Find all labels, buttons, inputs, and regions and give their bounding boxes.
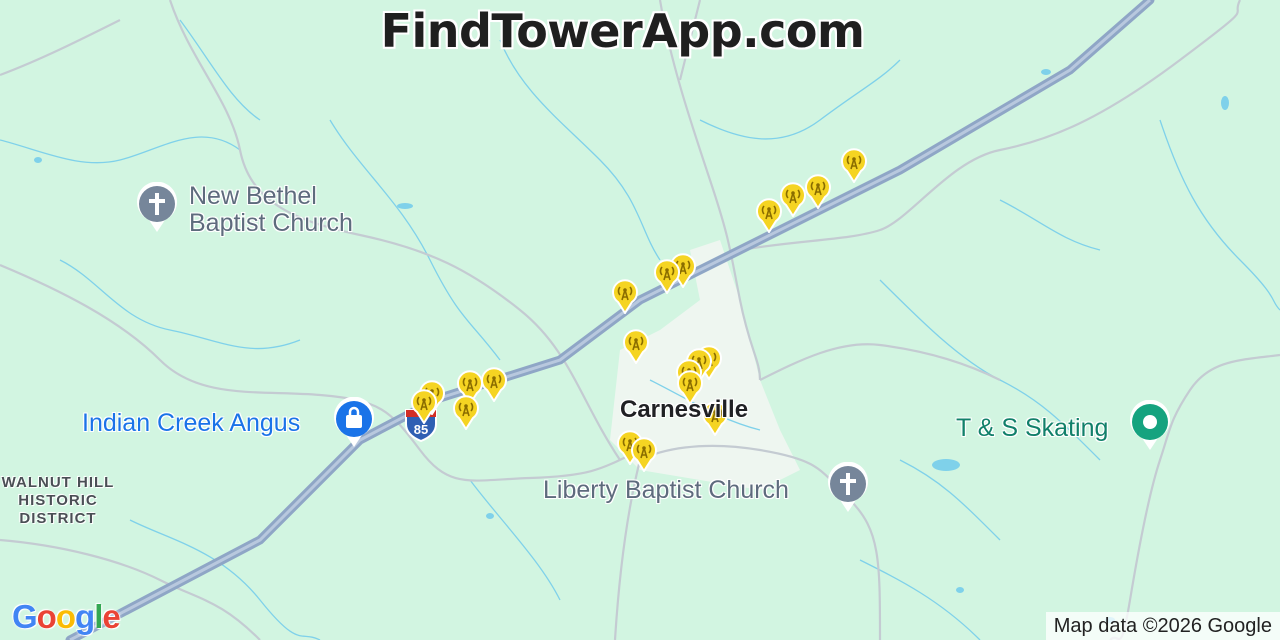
church-name-line1: New Bethel xyxy=(189,182,317,210)
church-pin-new-bethel[interactable] xyxy=(135,182,179,234)
cell-tower-icon[interactable] xyxy=(840,147,868,183)
rink-label[interactable]: T & S Skating xyxy=(956,415,1108,442)
cell-tower-icon[interactable] xyxy=(410,388,438,424)
church-label-new-bethel[interactable]: New Bethel Baptist Church xyxy=(189,183,353,237)
shop-label[interactable]: Indian Creek Angus xyxy=(82,410,300,437)
site-title: FindTowerApp.com xyxy=(380,4,865,58)
place-dot-icon xyxy=(1143,415,1157,429)
cell-tower-icon[interactable] xyxy=(611,278,639,314)
map-base-layer xyxy=(0,0,1280,640)
cell-tower-icon[interactable] xyxy=(779,181,807,217)
rink-pin[interactable] xyxy=(1128,400,1172,452)
shield-number: 85 xyxy=(414,422,428,437)
town-label[interactable]: Carnesville xyxy=(620,396,748,424)
church-pin-liberty[interactable] xyxy=(826,462,870,514)
map-canvas[interactable]: 85 New Bethel Baptist Church Indian Creek… xyxy=(0,0,1280,640)
church-label-liberty[interactable]: Liberty Baptist Church xyxy=(543,477,789,504)
google-logo: Google xyxy=(12,598,121,635)
shop-pin-indian-creek[interactable] xyxy=(332,397,376,449)
church-name-line2: Baptist Church xyxy=(189,209,353,237)
map-attribution[interactable]: Map data ©2026 Google xyxy=(1045,612,1280,640)
cell-tower-icon[interactable] xyxy=(755,197,783,233)
cell-tower-icon[interactable] xyxy=(630,436,658,472)
interstate-85 xyxy=(65,0,1155,640)
cell-tower-icon[interactable] xyxy=(622,328,650,364)
roads xyxy=(0,0,1280,640)
cell-tower-icon[interactable] xyxy=(480,366,508,402)
cell-tower-icon[interactable] xyxy=(653,258,681,294)
cell-tower-icon[interactable] xyxy=(452,394,480,430)
cell-tower-icon[interactable] xyxy=(804,173,832,209)
district-label: WALNUT HILL HISTORIC DISTRICT xyxy=(1,474,115,527)
